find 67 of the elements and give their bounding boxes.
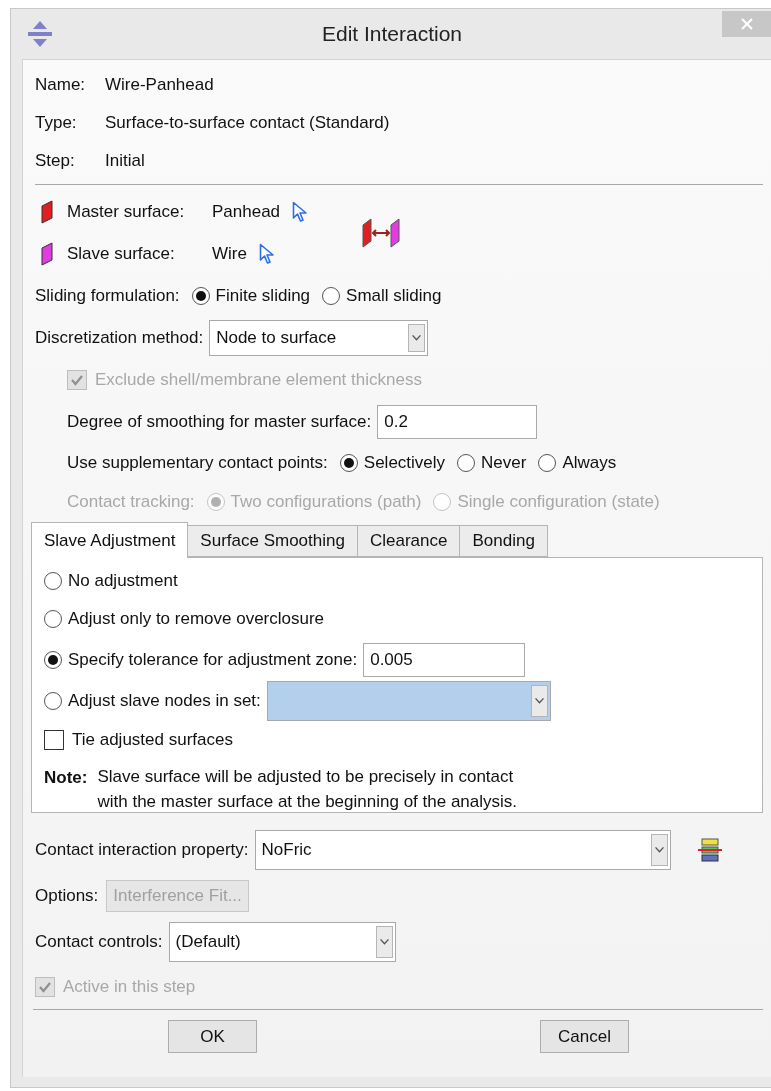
window-title: Edit Interaction	[320, 22, 464, 46]
note-text: Slave surface will be adjusted to be precisely in contact	[97, 766, 515, 788]
radio-button[interactable]	[191, 287, 210, 305]
tab[interactable]: Clearance	[356, 525, 461, 557]
app-icon	[27, 20, 53, 48]
tab[interactable]: Surface Smoothing	[187, 525, 358, 557]
checkbox-label: Exclude shell/membrane element thickness	[95, 370, 422, 390]
close-icon	[739, 17, 754, 31]
check-icon	[38, 980, 52, 994]
field-label: Step:	[35, 151, 76, 171]
checkbox-label: Active in this step	[63, 977, 196, 997]
field-label: Use supplementary contact points:	[67, 453, 328, 473]
radio-option[interactable]: Finite sliding	[191, 286, 311, 306]
field-label: Sliding formulation:	[35, 286, 180, 306]
radio-button[interactable]	[44, 572, 62, 590]
radio-button[interactable]	[322, 287, 341, 305]
input-field[interactable]: 0.2	[377, 405, 538, 439]
radio-option[interactable]: Specify tolerance for adjustment zone:	[44, 650, 358, 670]
radio-option[interactable]: Small sliding	[322, 286, 442, 306]
field-value: Initial	[105, 151, 145, 171]
field-value: Surface-to-surface contact (Standard)	[105, 113, 390, 133]
radio-option[interactable]: Selectively	[339, 453, 446, 473]
cursor-arrow-icon[interactable]	[258, 243, 275, 265]
radio-button[interactable]	[538, 454, 557, 472]
dropdown[interactable]: Node to surface	[209, 320, 429, 356]
field-label: Options:	[35, 886, 99, 906]
cursor-arrow-icon[interactable]	[292, 201, 309, 223]
dropdown[interactable]: (Default)	[168, 922, 396, 962]
note-text: with the master surface at the beginning of the analysis.	[97, 791, 518, 813]
radio-option[interactable]: Adjust only to remove overclosure	[44, 609, 325, 629]
caret-icon	[408, 324, 426, 352]
input-field[interactable]: 0.005	[363, 643, 526, 677]
radio-option[interactable]: Never	[457, 453, 527, 473]
radio-option[interactable]: No adjustment	[44, 571, 178, 591]
dropdown[interactable]: NoFric	[254, 830, 671, 870]
dialog-button[interactable]: OK	[168, 1020, 257, 1053]
check-icon	[70, 373, 84, 387]
field-label: Contact tracking:	[67, 492, 195, 512]
checkbox[interactable]	[44, 730, 64, 750]
caret-icon	[530, 685, 548, 717]
radio-button[interactable]	[44, 610, 62, 628]
layers-icon[interactable]	[696, 837, 723, 863]
radio-button[interactable]	[457, 454, 476, 472]
radio-button[interactable]	[44, 651, 62, 669]
radio-button[interactable]	[339, 454, 358, 472]
field-label: Contact controls:	[35, 932, 163, 952]
field-label: Degree of smoothing for master surface:	[67, 412, 372, 432]
field-label: Slave surface:	[67, 244, 176, 264]
checkbox-label: Tie adjusted surfaces	[72, 730, 233, 750]
field-value: Wire	[212, 244, 247, 264]
contact-pair-icon	[362, 217, 401, 249]
caret-icon	[650, 834, 668, 866]
tab[interactable]: Slave Adjustment	[31, 522, 189, 558]
field-label: Type:	[35, 113, 78, 133]
surface-icon	[41, 200, 53, 224]
dialog-button[interactable]: Cancel	[540, 1020, 629, 1053]
caret-icon	[375, 926, 393, 958]
field-value: Panhead	[212, 202, 281, 222]
field-value: Wire-Panhead	[105, 75, 214, 95]
field-label: Master surface:	[67, 202, 186, 222]
field-label: Contact interaction property:	[35, 840, 249, 860]
field-label: Discretization method:	[35, 328, 204, 348]
tab[interactable]: Bonding	[459, 525, 548, 557]
radio-option[interactable]: Always	[538, 453, 617, 473]
note-label: Note:	[44, 768, 88, 789]
surface-icon	[41, 242, 53, 266]
field-label: Name:	[35, 75, 87, 95]
